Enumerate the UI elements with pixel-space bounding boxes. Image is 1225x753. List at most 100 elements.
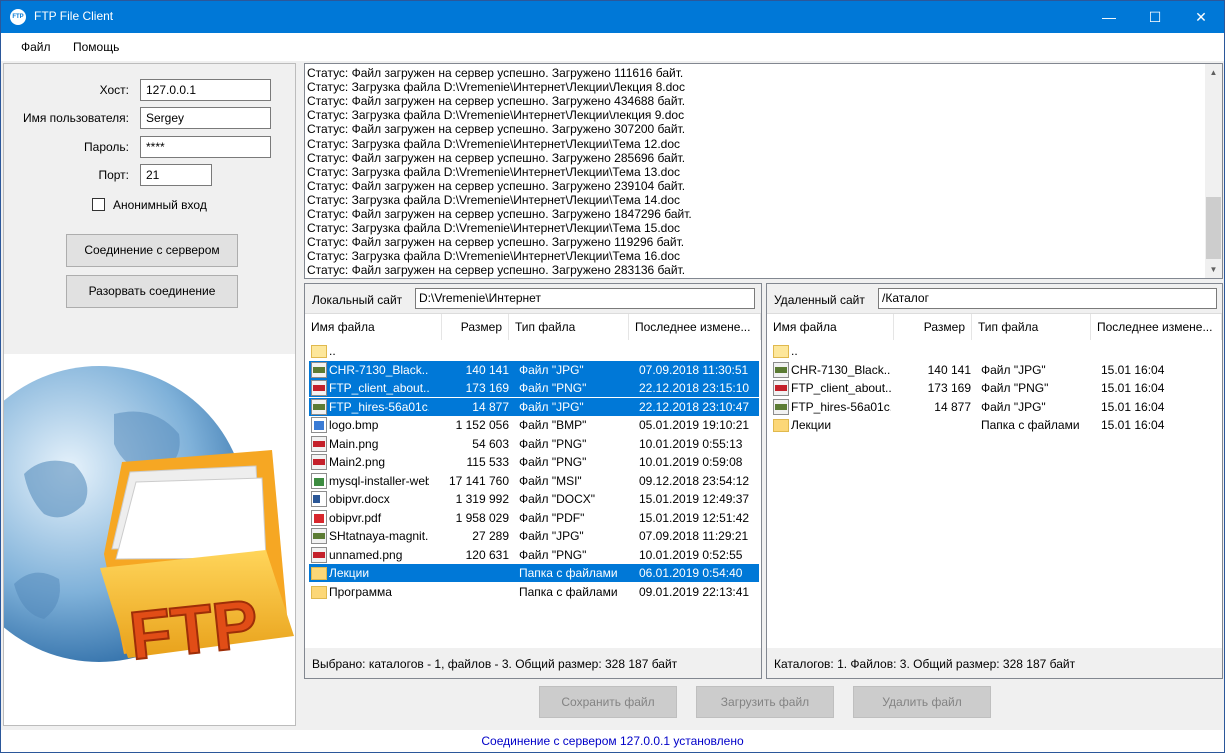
- log-line: Статус: Загрузка файла D:\Vremenie\Интер…: [307, 164, 681, 179]
- local-status: Выбрано: каталогов - 1, файлов - 3. Общи…: [312, 657, 678, 671]
- file-size: 173 169: [927, 381, 971, 395]
- file-row[interactable]: CHR-7130_Black... 140 141 Файл "JPG" 07.09.…: [309, 360, 759, 379]
- close-button[interactable]: ✕: [1178, 1, 1224, 33]
- scroll-thumb[interactable]: [1206, 197, 1221, 259]
- file-date: 15.01 16:04: [1101, 381, 1165, 395]
- anonymous-label: Анонимный вход: [113, 198, 207, 212]
- file-row[interactable]: unnamed.png 120 631 Файл "PNG" 10.01.2019 0…: [309, 546, 759, 564]
- log-line: Статус: Файл загружен на сервер успешно.…: [307, 235, 685, 250]
- log-area[interactable]: Статус: Файл загружен на сервер успешно.…: [304, 63, 1223, 279]
- minimize-button[interactable]: —: [1086, 1, 1132, 33]
- delete-file-button[interactable]: Удалить файл: [853, 686, 991, 718]
- log-line: Статус: Файл загружен на сервер успешно.…: [307, 66, 684, 80]
- log-scrollbar[interactable]: ▲ ▼: [1205, 64, 1222, 278]
- file-row[interactable]: logo.bmp 1 152 056 Файл "BMP" 05.01.2019 19…: [309, 416, 759, 434]
- file-name: Main2.png: [329, 455, 386, 469]
- column-name-header[interactable]: Имя файла: [305, 314, 442, 340]
- log-line: Статус: Файл загружен на сервер успешно.…: [307, 178, 686, 193]
- disconnect-button[interactable]: Разорвать соединение: [66, 275, 238, 308]
- file-row[interactable]: FTP_hires-56a01c... 14 877 Файл "JPG" 15.01…: [771, 398, 1221, 416]
- ftp-logo-text: FTP: [126, 585, 262, 674]
- file-row[interactable]: obipvr.pdf 1 958 029 Файл "PDF" 15.01.2019 …: [309, 509, 759, 527]
- file-name: FTP_hires-56a01c...: [791, 399, 891, 414]
- local-file-list[interactable]: Имя файла Размер Тип файла Последнее измене…: [305, 313, 761, 648]
- log-line: Статус: Загрузка файла D:\Vremenie\Интер…: [307, 249, 681, 264]
- column-type-header[interactable]: Тип файла: [509, 314, 629, 340]
- file-row[interactable]: CHR-7130_Black... 140 141 Файл "JPG" 15.01 …: [771, 361, 1221, 379]
- menu-file[interactable]: Файл: [21, 40, 51, 54]
- username-label: Имя пользователя:: [22, 111, 129, 125]
- save-file-button[interactable]: Сохранить файл: [539, 686, 677, 718]
- upload-file-button[interactable]: Загрузить файл: [696, 686, 834, 718]
- title-bar[interactable]: FTP FTP File Client — ☐ ✕: [1, 1, 1224, 33]
- scroll-up-icon[interactable]: ▲: [1205, 64, 1222, 81]
- port-input[interactable]: 21: [140, 164, 212, 186]
- file-name: obipvr.docx: [329, 492, 390, 506]
- file-row[interactable]: FTP_hires-56a01c... 14 877 Файл "JPG" 22.12…: [309, 397, 759, 416]
- column-size-header[interactable]: Размер: [442, 314, 509, 340]
- remote-file-list[interactable]: Имя файла Размер Тип файла Последнее измене…: [767, 313, 1222, 648]
- file-date: 10.01.2019 0:52:55: [639, 547, 743, 562]
- maximize-button[interactable]: ☐: [1132, 1, 1178, 33]
- local-path-input[interactable]: D:\Vremenie\Интернет: [415, 288, 755, 309]
- file-row[interactable]: FTP_client_about.... 173 169 Файл "PNG" 22.…: [309, 379, 759, 397]
- file-row[interactable]: ..: [309, 342, 759, 360]
- column-size-header[interactable]: Размер: [894, 314, 972, 340]
- file-row[interactable]: obipvr.docx 1 319 992 Файл "DOCX" 15.01.201…: [309, 490, 759, 508]
- file-size: 140 141: [465, 362, 509, 377]
- png-file-icon: [311, 435, 327, 452]
- username-input[interactable]: Sergey: [140, 107, 271, 129]
- password-input[interactable]: ****: [140, 136, 271, 158]
- file-row[interactable]: SHtatnaya-magnit... 27 289 Файл "JPG" 07.09…: [309, 527, 759, 545]
- column-type-header[interactable]: Тип файла: [972, 314, 1091, 340]
- file-size: 1 152 056: [455, 418, 509, 432]
- file-name: ..: [791, 344, 798, 358]
- file-name: FTP_client_about....: [791, 381, 891, 395]
- png-file-icon: [311, 454, 327, 470]
- log-line: Статус: Файл загружен на сервер успешно.…: [307, 122, 686, 137]
- scroll-down-icon[interactable]: ▼: [1205, 261, 1222, 278]
- file-type: Папка с файлами: [519, 584, 618, 599]
- file-row[interactable]: Лекции Папка с файлами 06.01.2019 0:54:40: [309, 564, 759, 582]
- file-name: ..: [329, 344, 336, 358]
- file-type: Папка с файлами: [519, 566, 618, 580]
- file-name: FTP_hires-56a01c...: [329, 399, 429, 414]
- log-line: Статус: Загрузка файла D:\Vremenie\Интер…: [307, 80, 685, 95]
- file-type: Файл "JPG": [981, 362, 1046, 377]
- file-date: 10.01.2019 0:59:08: [639, 455, 743, 469]
- remote-path-input[interactable]: /Каталог: [878, 288, 1217, 309]
- file-date: 22.12.2018 23:10:47: [639, 399, 750, 414]
- local-site-label: Локальный сайт: [312, 293, 403, 307]
- jpg-file-icon: [773, 398, 789, 415]
- file-row[interactable]: ..: [771, 342, 1221, 360]
- file-row[interactable]: Main2.png 115 533 Файл "PNG" 10.01.2019 0:5…: [309, 453, 759, 471]
- connection-panel: Хост: 127.0.0.1 Имя пользователя: Sergey…: [3, 63, 296, 726]
- pdf-file-icon: [311, 509, 327, 526]
- file-row[interactable]: Программа Папка с файлами 09.01.2019 22:13…: [309, 583, 759, 601]
- file-type: Файл "PNG": [519, 455, 587, 469]
- file-name: mysql-installer-web...: [329, 473, 429, 488]
- file-date: 05.01.2019 19:10:21: [639, 418, 750, 432]
- log-line: Статус: Загрузка файла D:\Vremenie\Интер…: [307, 136, 681, 151]
- file-name: logo.bmp: [329, 418, 379, 432]
- file-row[interactable]: mysql-installer-web... 17 141 760 Файл "MS…: [309, 472, 759, 490]
- file-date: 15.01 16:04: [1101, 362, 1165, 377]
- file-type: Файл "MSI": [519, 473, 582, 488]
- menu-help[interactable]: Помощь: [73, 40, 119, 54]
- column-name-header[interactable]: Имя файла: [767, 314, 894, 340]
- connect-button[interactable]: Соединение с сервером: [66, 234, 238, 267]
- file-size: [427, 566, 509, 580]
- file-type: Файл "PDF": [519, 510, 585, 525]
- file-type: Файл "PNG": [519, 436, 587, 451]
- column-date-header[interactable]: Последнее измене...: [629, 314, 761, 340]
- anonymous-checkbox[interactable]: [92, 198, 105, 211]
- host-input[interactable]: 127.0.0.1: [140, 79, 271, 101]
- file-size: 1 958 029: [455, 510, 509, 525]
- file-row[interactable]: Лекции Папка с файлами 15.01 16:04: [771, 416, 1221, 434]
- file-row[interactable]: Main.png 54 603 Файл "PNG" 10.01.2019 0:55:…: [309, 435, 759, 453]
- column-date-header[interactable]: Последнее измене...: [1091, 314, 1222, 340]
- file-size: [889, 344, 971, 358]
- file-type: Файл "PNG": [519, 381, 587, 395]
- file-row[interactable]: FTP_client_about.... 173 169 Файл "PNG" 15.…: [771, 379, 1221, 397]
- menu-bar: Файл Помощь: [1, 33, 1224, 61]
